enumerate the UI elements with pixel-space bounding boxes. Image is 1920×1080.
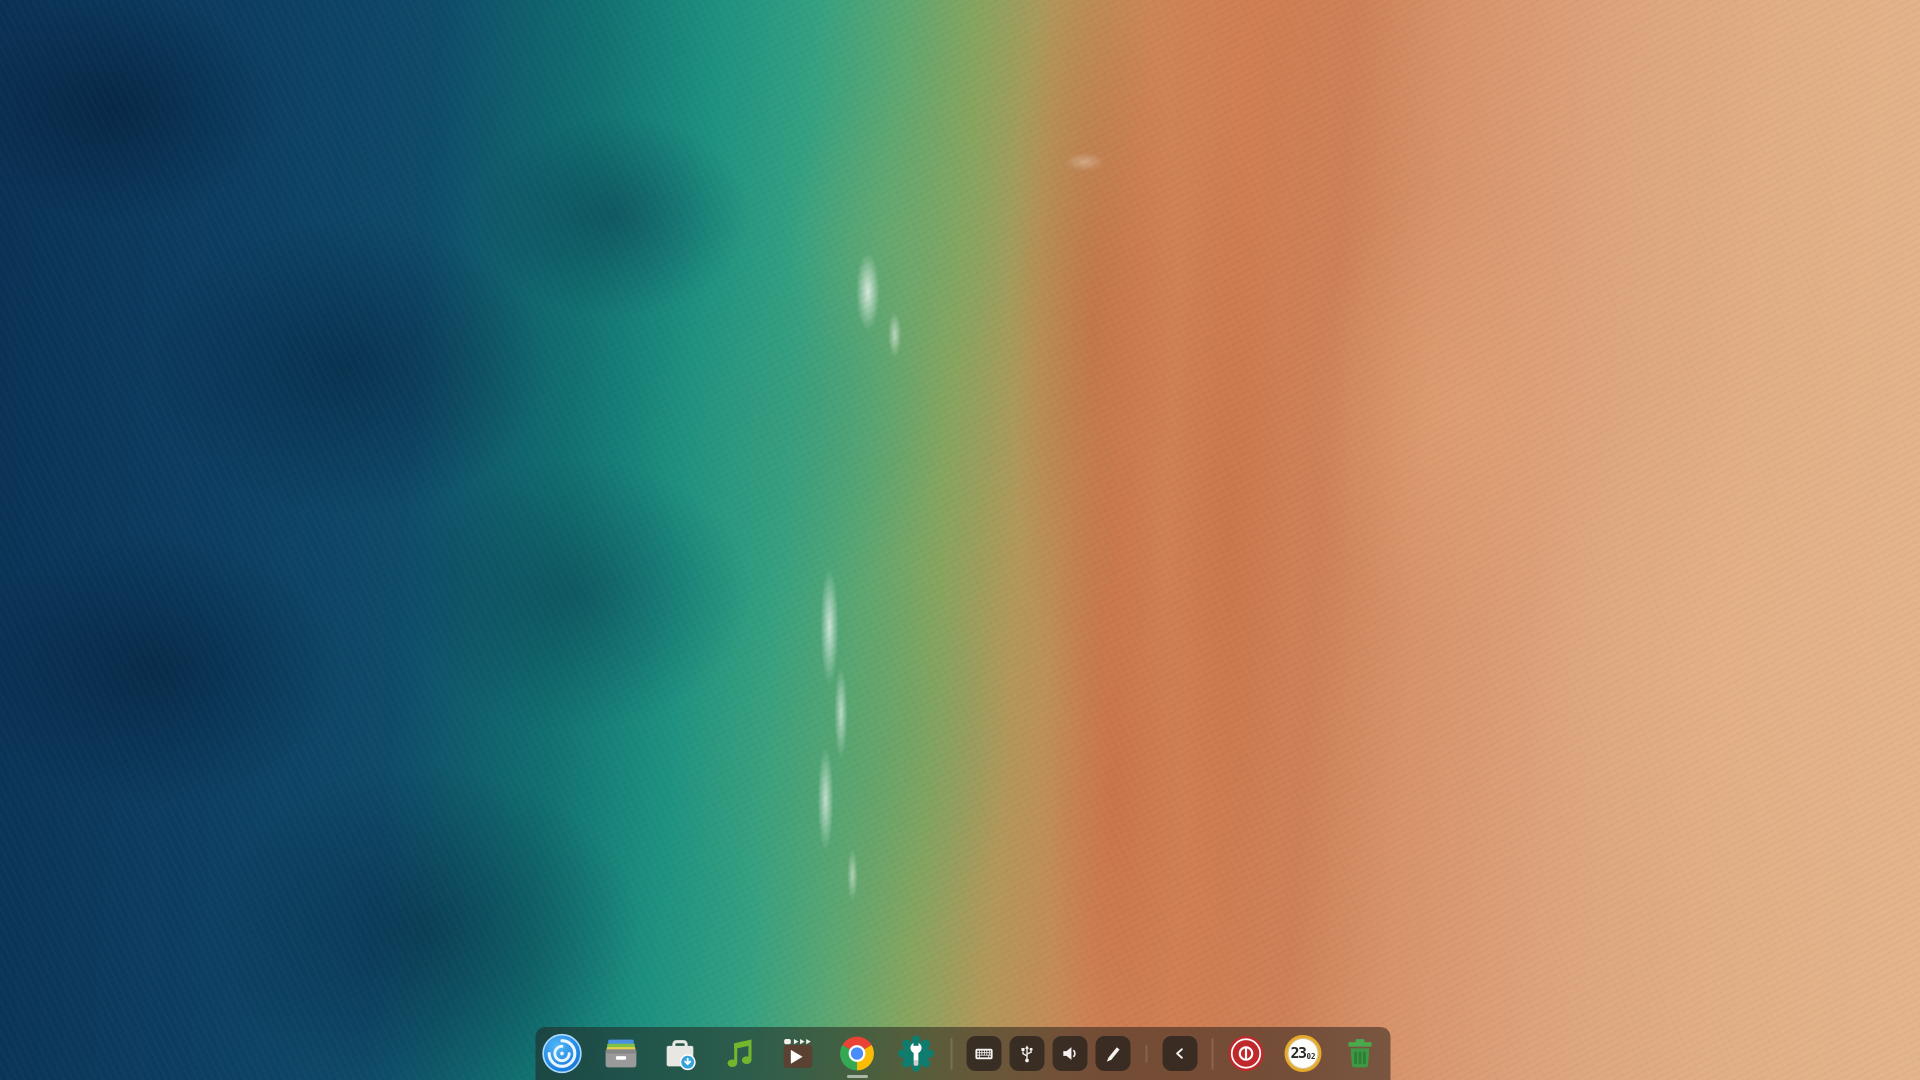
dock: 23 02 (535, 1027, 1391, 1080)
tray-virtual-keyboard[interactable] (966, 1036, 1002, 1071)
chrome-icon (840, 1036, 874, 1071)
tray-volume[interactable] (1052, 1036, 1088, 1071)
wallpaper (0, 0, 1920, 1080)
dock-separator (950, 1037, 953, 1070)
dock-app-movie[interactable] (778, 1033, 819, 1074)
file-manager-icon (605, 1039, 637, 1068)
dock-app-music[interactable] (719, 1033, 760, 1074)
tray-collapse[interactable] (1162, 1036, 1198, 1071)
trash-icon (1348, 1039, 1372, 1068)
dock-separator-2 (1211, 1037, 1214, 1070)
wallpaper-grain (0, 0, 1920, 1080)
tray-usb-device[interactable] (1009, 1036, 1045, 1071)
movie-icon (783, 1038, 813, 1068)
trash-button[interactable] (1342, 1035, 1379, 1072)
dock-app-store[interactable] (660, 1033, 701, 1074)
pen-icon (1106, 1047, 1120, 1062)
clock-widget[interactable]: 23 02 (1284, 1035, 1322, 1072)
shutdown-button[interactable] (1228, 1035, 1265, 1072)
active-app-indicator (846, 1075, 868, 1078)
clock-hour: 23 (1290, 1044, 1307, 1062)
dock-tray-area (966, 1036, 1198, 1071)
dock-app-file-manager[interactable] (601, 1033, 642, 1074)
music-icon (727, 1039, 752, 1068)
power-icon (1228, 1035, 1264, 1072)
clock-minute: 02 (1306, 1051, 1316, 1061)
tray-separator (1145, 1044, 1148, 1063)
dock-app-area (542, 1033, 937, 1078)
speaker-icon (1063, 1047, 1076, 1060)
control-center-icon (897, 1035, 935, 1072)
keyboard-icon (975, 1048, 993, 1060)
chevron-left-icon (1176, 1048, 1183, 1059)
clock-icon: 23 02 (1284, 1035, 1322, 1072)
deepin-launcher-icon (542, 1033, 582, 1074)
dock-app-launcher[interactable] (542, 1033, 583, 1074)
tray-pen-tablet[interactable] (1095, 1036, 1131, 1071)
dock-app-control-center[interactable] (896, 1033, 937, 1074)
desktop: 23 02 (0, 0, 1920, 1080)
app-store-icon (666, 1040, 696, 1071)
dock-app-chrome[interactable] (837, 1033, 878, 1078)
dock-plugin-area: 23 02 (1228, 1035, 1379, 1072)
usb-icon (1021, 1045, 1033, 1063)
